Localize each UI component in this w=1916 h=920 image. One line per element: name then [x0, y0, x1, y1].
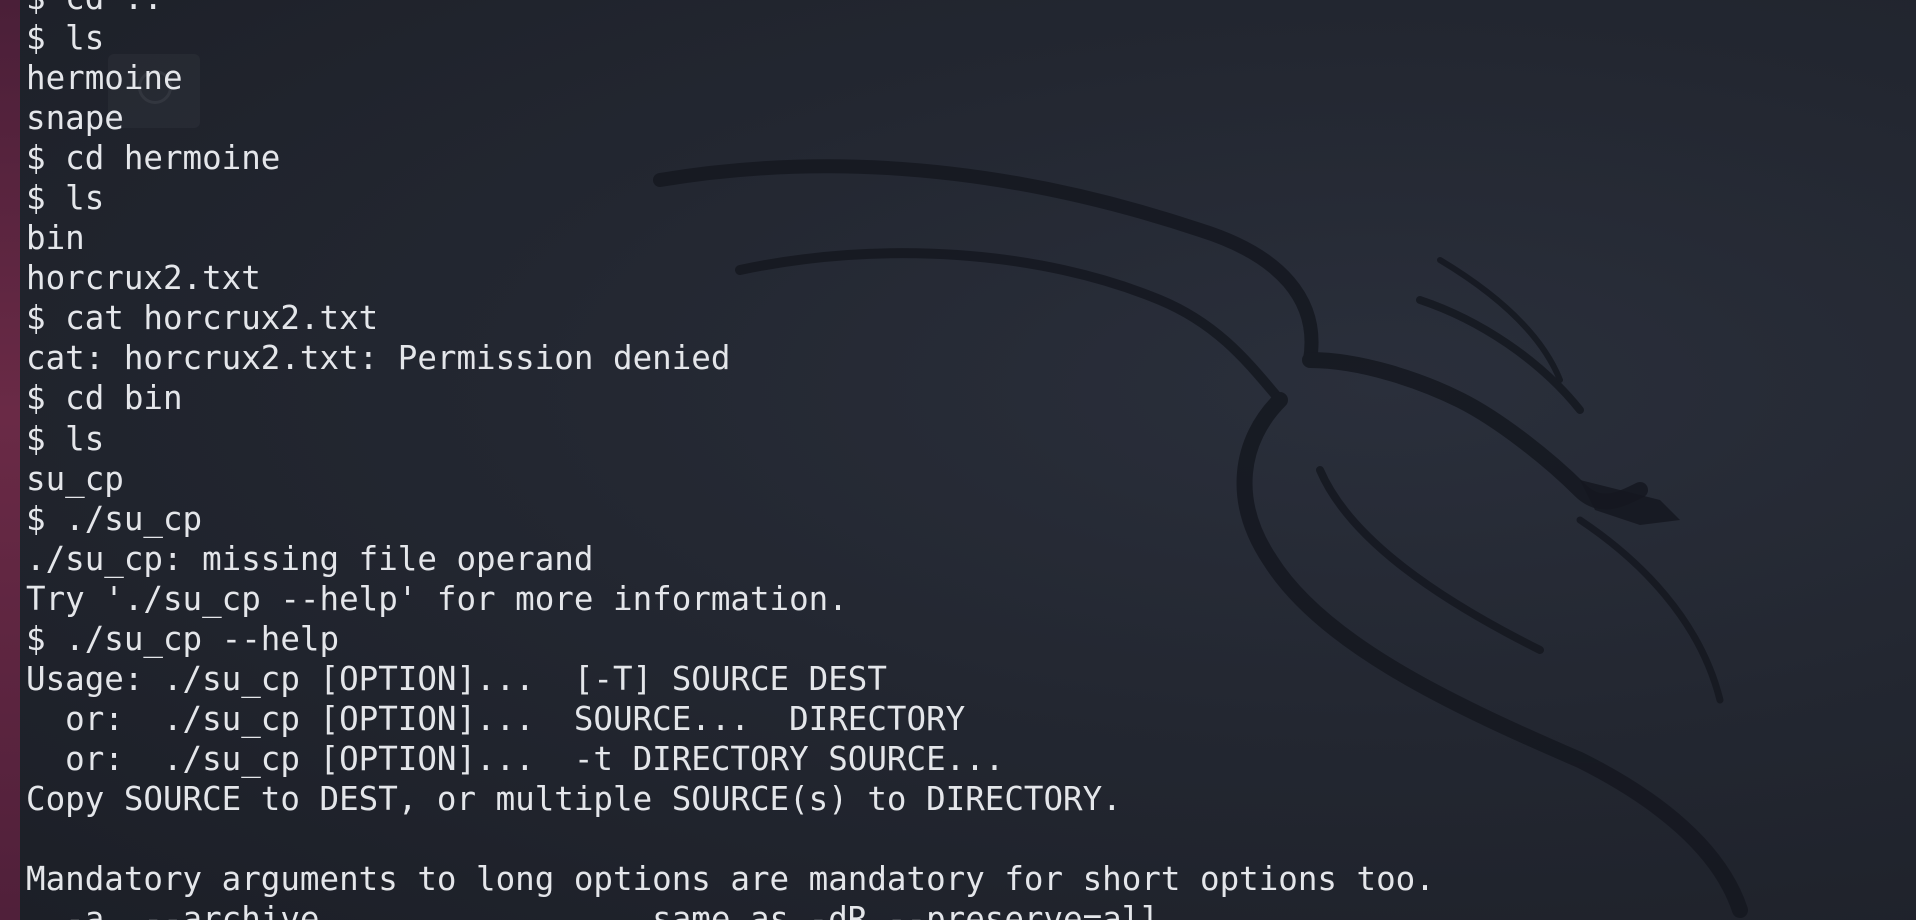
- terminal-line: $ cd ..: [26, 0, 1435, 18]
- desktop-edge-strip: [0, 0, 20, 920]
- terminal-line: -a, --archive same as -dR --preserve=all: [26, 900, 1161, 920]
- terminal-line: Usage: ./su_cp [OPTION]... [-T] SOURCE D…: [26, 659, 887, 698]
- terminal-line: $ ls: [26, 179, 105, 218]
- terminal-line: or: ./su_cp [OPTION]... SOURCE... DIRECT…: [26, 699, 966, 738]
- terminal-line: $ ls: [26, 19, 105, 58]
- terminal-line: $ cat horcrux2.txt: [26, 299, 379, 338]
- terminal-line: ./su_cp: missing file operand: [26, 539, 594, 578]
- screen: $ cd ..$ lshermoinesnape$ cd hermoine$ l…: [0, 0, 1916, 920]
- terminal-line: $ ls: [26, 419, 105, 458]
- terminal-output[interactable]: $ cd ..$ lshermoinesnape$ cd hermoine$ l…: [26, 0, 1435, 920]
- terminal-line: hermoine: [26, 59, 183, 98]
- terminal-line: su_cp: [26, 459, 124, 498]
- terminal-line: Mandatory arguments to long options are …: [26, 860, 1435, 899]
- terminal-line: $ cd bin: [26, 379, 183, 418]
- terminal-line: snape: [26, 99, 124, 138]
- terminal-line: $ ./su_cp --help: [26, 619, 340, 658]
- terminal-window[interactable]: $ cd ..$ lshermoinesnape$ cd hermoine$ l…: [20, 0, 1916, 920]
- terminal-line: cat: horcrux2.txt: Permission denied: [26, 339, 731, 378]
- terminal-line: horcrux2.txt: [26, 259, 261, 298]
- terminal-line: bin: [26, 219, 85, 258]
- terminal-line: Try './su_cp --help' for more informatio…: [26, 579, 848, 618]
- terminal-line: or: ./su_cp [OPTION]... -t DIRECTORY SOU…: [26, 739, 1005, 778]
- terminal-line: Copy SOURCE to DEST, or multiple SOURCE(…: [26, 779, 1122, 818]
- terminal-line: $ cd hermoine: [26, 139, 281, 178]
- terminal-line: $ ./su_cp: [26, 499, 203, 538]
